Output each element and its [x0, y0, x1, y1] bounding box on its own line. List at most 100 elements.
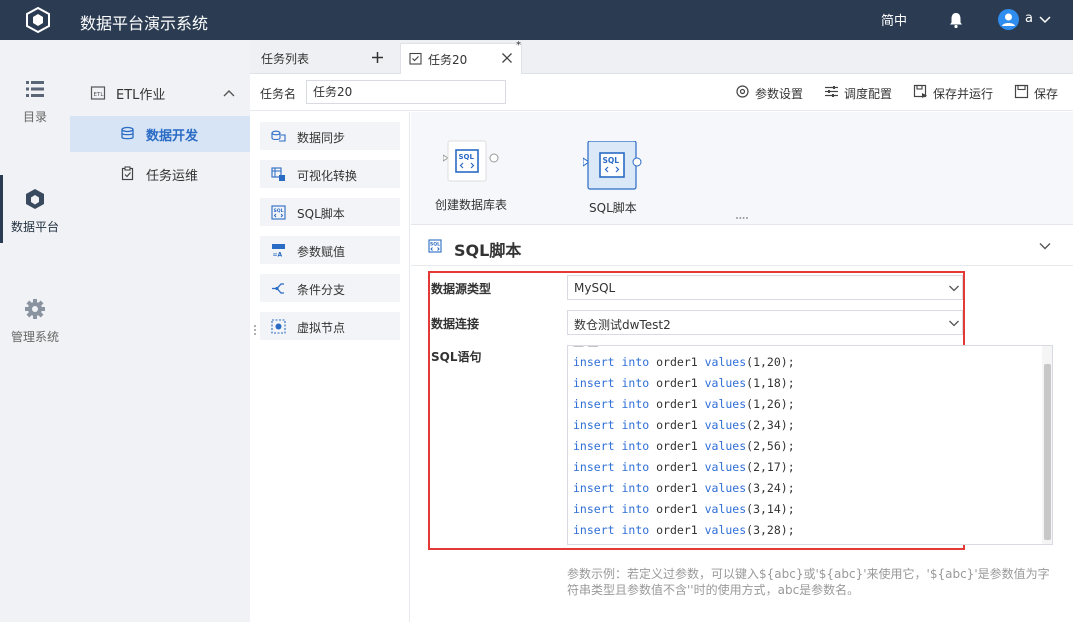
svg-text:SQL: SQL: [603, 156, 620, 165]
bell-icon[interactable]: [947, 11, 965, 29]
divider: [411, 265, 1073, 266]
chevron-up-icon[interactable]: [222, 87, 236, 101]
chevron-down-icon: [949, 285, 959, 292]
svg-text:SQL: SQL: [459, 153, 475, 161]
sql-icon: SQL: [271, 205, 286, 220]
palette-item-data-sync[interactable]: 数据同步: [260, 122, 400, 150]
properties-title: SQL脚本: [454, 241, 522, 260]
cube-icon: [26, 189, 44, 209]
sql-code-line: insert into order1 values(3,24);: [573, 481, 795, 495]
nav-item-data-platform[interactable]: 数据平台: [0, 175, 70, 268]
chevron-down-icon: [949, 320, 959, 327]
component-palette: 数据同步 可视化转换 SQL SQL脚本 =A 参数赋值 条件分支 虚拟节点: [250, 112, 410, 622]
connection-value: 数仓测试dwTest2: [574, 318, 671, 332]
horizontal-resize-grip[interactable]: [735, 216, 749, 220]
svg-text:=A: =A: [273, 252, 283, 259]
task-name-input[interactable]: 任务20: [306, 80, 506, 104]
sql-node-icon: SQL: [582, 140, 642, 190]
save-run-icon: [913, 84, 927, 98]
palette-item-sql-script[interactable]: SQL SQL脚本: [260, 198, 400, 226]
palette-item-visual-transform[interactable]: 可视化转换: [260, 160, 400, 188]
palette-item-virtual-node[interactable]: 虚拟节点: [260, 312, 400, 340]
user-avatar-icon[interactable]: [998, 9, 1019, 30]
tab-task-list[interactable]: 任务列表: [250, 40, 400, 74]
user-name[interactable]: a: [1025, 11, 1033, 26]
palette-item-label: 参数赋值: [297, 245, 346, 259]
sql-code-line: insert into order1 values(3,28);: [573, 523, 795, 537]
app-title: 数据平台演示系统: [80, 14, 209, 33]
plus-icon[interactable]: [371, 51, 384, 64]
etl-icon: ETL: [90, 86, 106, 100]
sync-icon: [271, 130, 286, 142]
database-icon: [121, 126, 134, 140]
sql-code-line: insert into order1 values(1,18);: [573, 376, 795, 390]
sql-code-line: insert into order1 values(2,56);: [573, 439, 795, 453]
modified-mark: *: [516, 40, 521, 51]
etl-group-header[interactable]: ETL ETL作业: [70, 75, 250, 111]
param-settings-button[interactable]: 参数设置: [735, 84, 805, 101]
chevron-down-icon[interactable]: [1038, 13, 1052, 27]
palette-item-label: 可视化转换: [297, 169, 358, 183]
sql-code-line: insert into order1 values(3,14);: [573, 502, 795, 516]
subnav-item-task-ops[interactable]: 任务运维: [70, 156, 250, 192]
branch-icon: [272, 283, 284, 294]
properties-panel: SQL SQL脚本 数据源类型 MySQL 数据连接 数仓测试dwTest2 S…: [411, 226, 1073, 622]
sub-nav: ETL ETL作业 数据开发 任务运维: [70, 40, 250, 622]
sql-code-line: insert into order1 values(2,34);: [573, 418, 795, 432]
vertical-resize-grip[interactable]: [253, 324, 257, 336]
save-label: 保存: [1034, 87, 1059, 101]
sql-code-line: insert into order1 values(1,26);: [573, 397, 795, 411]
clipboard-icon: [121, 166, 134, 181]
nav-item-catalog[interactable]: 目录: [0, 78, 70, 158]
scrollbar-thumb[interactable]: [1044, 364, 1051, 540]
tab-bar: 任务列表 任务20 *: [250, 40, 1073, 75]
svg-text:SQL: SQL: [274, 208, 284, 214]
tab-task20[interactable]: 任务20 *: [400, 40, 522, 75]
sliders-icon: [825, 86, 838, 97]
tab-task20-label: 任务20: [428, 53, 468, 67]
language-switch[interactable]: 简中: [881, 10, 907, 29]
subnav-item-data-dev[interactable]: 数据开发: [70, 116, 250, 152]
sql-icon: SQL: [428, 239, 442, 253]
sql-editor[interactable]: — — insert into order1 values(1,20); inse…: [567, 345, 1053, 545]
schedule-config-button[interactable]: 调度配置: [824, 84, 894, 101]
save-icon: [1014, 84, 1029, 99]
datasource-type-select[interactable]: MySQL: [567, 275, 963, 300]
datasource-type-value: MySQL: [574, 281, 616, 295]
close-icon[interactable]: [501, 52, 513, 64]
subnav-item-label: 数据开发: [146, 129, 199, 144]
list-icon: [26, 81, 44, 97]
palette-item-label: 条件分支: [297, 283, 346, 297]
palette-item-condition-branch[interactable]: 条件分支: [260, 274, 400, 302]
flow-canvas[interactable]: SQL 创建数据库表 SQL SQL脚本: [411, 112, 1073, 225]
chevron-down-icon[interactable]: [1038, 239, 1052, 253]
top-bar: 数据平台演示系统 简中 a: [0, 0, 1073, 40]
flow-node-label: 创建数据库表: [435, 198, 508, 212]
gear-icon: [25, 299, 45, 319]
sql-node-icon: SQL: [442, 140, 499, 182]
palette-item-label: 虚拟节点: [297, 321, 346, 335]
flow-node-label: SQL脚本: [589, 201, 637, 215]
task-name-label: 任务名: [260, 87, 297, 101]
svg-text:ETL: ETL: [94, 92, 105, 98]
param-settings-label: 参数设置: [755, 87, 804, 101]
flow-node-create-table[interactable]: SQL 创建数据库表: [435, 138, 507, 212]
etl-group-label: ETL作业: [116, 88, 166, 103]
save-and-run-label: 保存并运行: [933, 87, 994, 101]
task-toolbar: 任务名 任务20 参数设置 调度配置 保存并运行 保存: [250, 74, 1073, 111]
datasource-type-label: 数据源类型: [431, 282, 492, 296]
settings-icon: [736, 85, 749, 98]
save-and-run-button[interactable]: 保存并运行: [913, 84, 998, 101]
connection-select[interactable]: 数仓测试dwTest2: [567, 310, 963, 335]
nav-item-management[interactable]: 管理系统: [0, 298, 70, 378]
task-check-icon: [409, 52, 422, 65]
save-button[interactable]: 保存: [1014, 84, 1064, 101]
transform-icon: [271, 167, 285, 181]
palette-item-param-assign[interactable]: =A 参数赋值: [260, 236, 400, 264]
cube-logo: [26, 6, 50, 34]
flow-node-sql-script[interactable]: SQL SQL脚本: [582, 140, 642, 215]
nav-item-label: 数据平台: [10, 220, 59, 234]
left-nav: 目录 数据平台 管理系统: [0, 40, 70, 622]
palette-item-label: SQL脚本: [297, 207, 345, 221]
sql-code-line: insert into order1 values(1,20);: [573, 355, 795, 369]
